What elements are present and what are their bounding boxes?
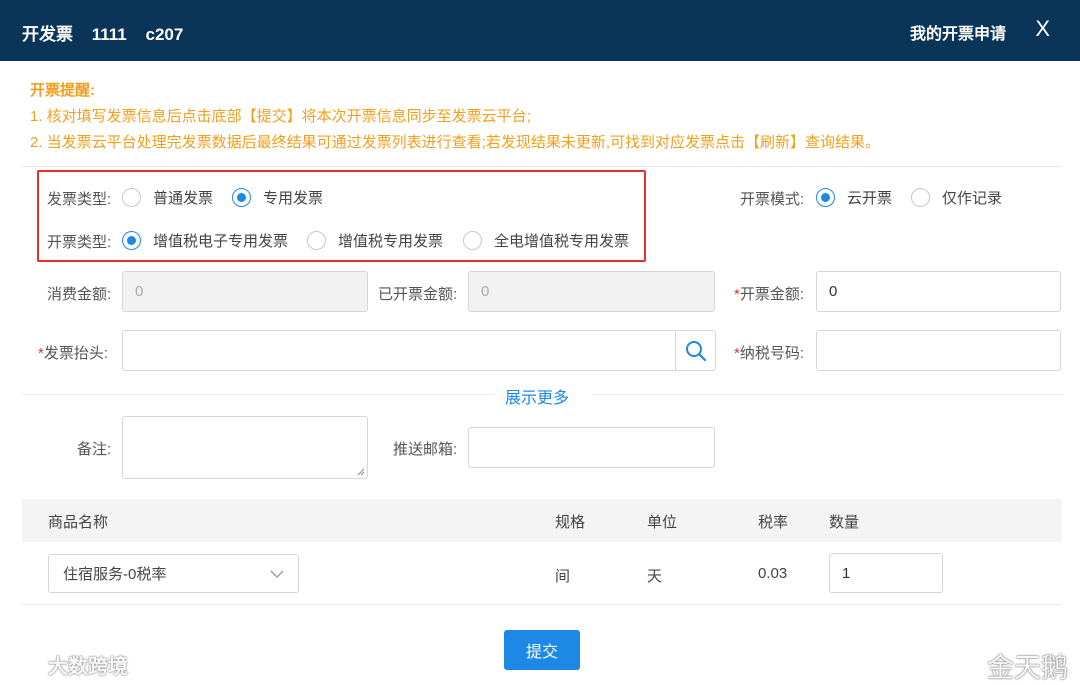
radio-mode-record-only[interactable]: 仅作记录 [911,187,1002,208]
search-icon [685,340,706,361]
radio-issue-vat-special[interactable]: 增值税专用发票 [307,230,443,251]
radio-circle [307,231,326,250]
tip-line-1: 1. 核对填写发票信息后点击底部【提交】将本次开票信息同步至发票云平台; [30,108,531,125]
radio-circle [816,188,835,207]
my-invoice-applications-link[interactable]: 我的开票申请 [910,20,1006,44]
row-rate: 0.03 [758,565,788,582]
radio-label: 普通发票 [153,190,214,207]
radio-circle [911,188,930,207]
submit-button[interactable]: 提交 [504,630,580,670]
watermark-left-text: 大数跨境 [48,656,128,678]
dialog-header: 开发票 1111 c207 我的开票申请 X [0,0,1080,61]
email-input[interactable] [468,427,715,468]
show-more-link[interactable]: 展示更多 [505,384,569,408]
invoice-amount-input[interactable]: 0 [816,271,1061,312]
tax-number-input[interactable] [816,330,1061,371]
radio-label: 仅作记录 [942,190,1003,207]
product-select[interactable]: 住宿服务-0税率 [48,554,299,593]
quantity-input[interactable]: 1 [829,553,943,593]
radio-mode-cloud[interactable]: 云开票 [816,187,892,208]
column-header-rate: 税率 [758,514,789,531]
watermark-left: 大数跨境 [8,650,128,679]
column-header-qty: 数量 [829,514,860,531]
close-icon[interactable]: X [1035,18,1050,40]
radio-issue-electronic-special[interactable]: 增值税电子专用发票 [122,230,288,251]
tips-title: 开票提醒: [30,82,95,99]
dialog-title: 开发票 1111 c207 [22,20,197,45]
invoice-header-input[interactable] [122,330,676,371]
invoice-amount-label: *开票金额: [734,286,805,303]
radio-label: 全电增值税专用发票 [494,233,630,250]
watermark-right: 金天鹅 [987,653,1068,684]
divider [22,166,1062,167]
tax-number-label: *纳税号码: [734,345,805,362]
radio-invoice-normal[interactable]: 普通发票 [122,187,213,208]
product-select-value: 住宿服务-0税率 [63,566,167,583]
table-header: 商品名称 规格 单位 税率 数量 [22,499,1062,542]
row-spec: 间 [555,568,571,585]
chevron-down-icon [270,570,284,578]
radio-circle [232,188,251,207]
title-prefix: 开发票 [22,25,73,44]
column-header-spec: 规格 [555,514,586,531]
radio-label: 云开票 [847,190,893,207]
issued-amount-label: 已开票金额: [378,286,458,303]
invoice-tips: 开票提醒: 1. 核对填写发票信息后点击底部【提交】将本次开票信息同步至发票云平… [30,78,880,156]
consume-amount-input[interactable]: 0 [122,271,368,312]
radio-circle [122,231,141,250]
issue-mode-label: 开票模式: [740,191,805,208]
issued-amount-input[interactable]: 0 [468,271,715,312]
divider-right [594,394,1062,395]
title-code: c207 [145,25,184,44]
watermark-logo-icon [8,655,43,673]
radio-issue-fully-digital[interactable]: 全电增值税专用发票 [463,230,629,251]
radio-invoice-special[interactable]: 专用发票 [232,187,323,208]
email-label: 推送邮箱: [393,441,458,458]
radio-circle [122,188,141,207]
table-row-divider [22,604,1062,605]
invoice-header-label: *发票抬头: [38,345,109,362]
search-button[interactable] [675,330,716,371]
resize-grip-icon [357,468,365,476]
row-unit: 天 [647,568,663,585]
tip-line-2: 2. 当发票云平台处理完发票数据后最终结果可通过发票列表进行查看;若发现结果未更… [30,134,881,151]
divider-left [22,394,494,395]
issue-type-label: 开票类型: [47,234,112,251]
invoice-type-label: 发票类型: [47,191,112,208]
title-number: 1111 [91,25,127,44]
column-header-unit: 单位 [647,514,678,531]
consume-amount-label: 消费金额: [47,286,112,303]
radio-label: 增值税电子专用发票 [153,233,289,250]
remark-textarea[interactable] [122,416,368,479]
column-header-product: 商品名称 [48,514,109,531]
radio-circle [463,231,482,250]
remark-label: 备注: [77,441,112,458]
radio-label: 专用发票 [263,190,324,207]
radio-label: 增值税专用发票 [338,233,444,250]
